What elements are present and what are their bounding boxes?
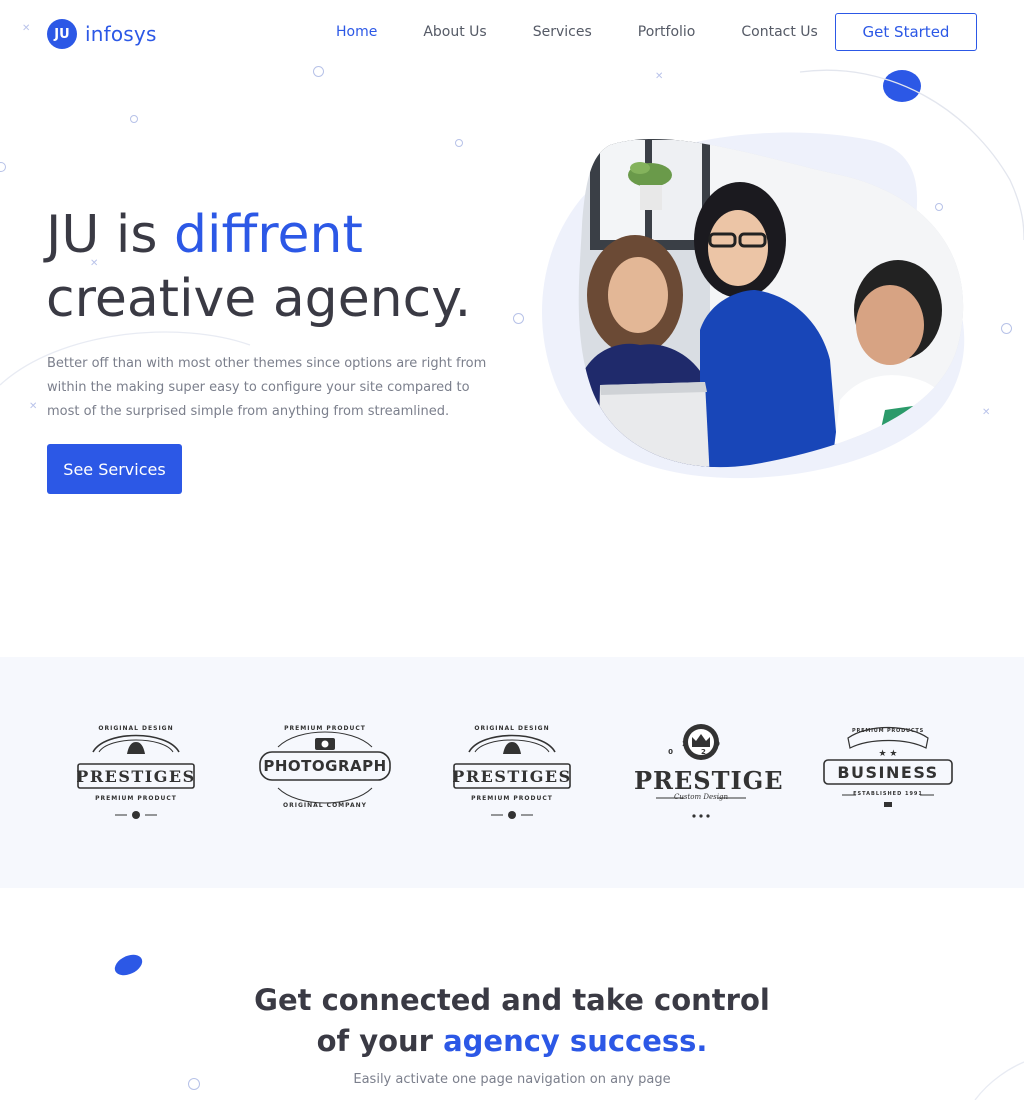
partner-logo: 20 02 PRESTIGE Custom Design	[634, 722, 784, 822]
nav-item-contact[interactable]: Contact Us	[741, 24, 817, 40]
decor-ring	[0, 162, 6, 172]
partner-logo-bottom-text: PREMIUM PRODUCT	[471, 795, 553, 802]
hero-title-line2: creative agency.	[46, 269, 472, 329]
brand-logo[interactable]: JU infosys	[47, 19, 157, 49]
partner-logo-bottom-text: ORIGINAL COMPANY	[282, 802, 368, 809]
decor-x-mark: ✕	[29, 401, 38, 412]
partner-logo-top-text: PREMIUM PRODUCTS	[852, 728, 924, 734]
partner-logo-name: PRESTIGES	[452, 767, 572, 786]
section-title-line1: Get connected and take control	[254, 983, 770, 1017]
hero-title-accent: diffrent	[174, 205, 363, 265]
partner-logo-name: PRESTIGE	[634, 766, 784, 795]
team-photo-image	[540, 130, 970, 480]
decor-ring	[130, 115, 138, 123]
hero-description: Better off than with most other themes s…	[47, 356, 487, 419]
partner-logo-name: PRESTIGES	[76, 767, 196, 786]
section-title-prefix: of your	[316, 1024, 433, 1058]
partner-logo-name: PHOTOGRAPH	[263, 757, 387, 775]
decor-ring	[513, 313, 524, 324]
section-subtitle: Easily activate one page navigation on a…	[353, 1072, 671, 1087]
hero-title: JU is diffrent creative agency.	[46, 203, 471, 331]
decor-blue-blob	[111, 950, 146, 980]
decor-x-mark: ✕	[655, 71, 664, 82]
partner-logo-top-text: ORIGINAL DESIGN	[474, 725, 550, 732]
decor-x-mark: ✕	[982, 407, 991, 418]
svg-text:★ ★: ★ ★	[879, 749, 898, 759]
get-started-button[interactable]: Get Started	[835, 13, 977, 51]
partner-logo-top-text: 20 02	[668, 740, 748, 756]
brand-name: infosys	[85, 22, 157, 46]
partner-logo-bottom-text: ESTABLISHED 1991	[853, 791, 923, 797]
partner-logo-bottom-text: Custom Design	[674, 793, 728, 801]
hero-blob-illustration	[541, 132, 965, 479]
see-services-button[interactable]: See Services	[47, 444, 182, 494]
section-title: Get connected and take control of your a…	[0, 980, 1024, 1062]
partner-logos-band: ORIGINAL DESIGN PRESTIGES PREMIUM PRODUC…	[0, 657, 1024, 888]
hero-title-prefix: JU is	[46, 205, 158, 265]
decor-ring	[455, 139, 463, 147]
brand-badge: JU	[47, 19, 77, 49]
nav-item-home[interactable]: Home	[336, 24, 377, 40]
partner-logo: ★ ★ PREMIUM PRODUCTS BUSINESS ESTABLISHE…	[822, 722, 954, 822]
partner-logo: ORIGINAL DESIGN PRESTIGES PREMIUM PRODUC…	[451, 722, 573, 822]
partner-logo-bottom-text: PREMIUM PRODUCT	[95, 795, 177, 802]
decor-ring	[1001, 323, 1012, 334]
nav-item-services[interactable]: Services	[533, 24, 592, 40]
nav-item-portfolio[interactable]: Portfolio	[638, 24, 696, 40]
partner-logo: PREMIUM PRODUCT PHOTOGRAPH ORIGINAL COMP…	[258, 722, 392, 822]
nav-item-about[interactable]: About Us	[423, 24, 486, 40]
partner-logo-top-text: PREMIUM PRODUCT	[284, 725, 366, 732]
partner-logo-top-text: ORIGINAL DESIGN	[98, 725, 174, 732]
main-nav: Home About Us Services Portfolio Contact…	[336, 24, 864, 40]
decor-blue-circle	[883, 70, 921, 102]
partner-logo-name: BUSINESS	[837, 763, 939, 782]
partner-logo: ORIGINAL DESIGN PRESTIGES PREMIUM PRODUC…	[75, 722, 197, 822]
section-title-accent: agency success.	[443, 1024, 708, 1058]
site-header: JU infosys Home About Us Services Portfo…	[0, 0, 1024, 70]
